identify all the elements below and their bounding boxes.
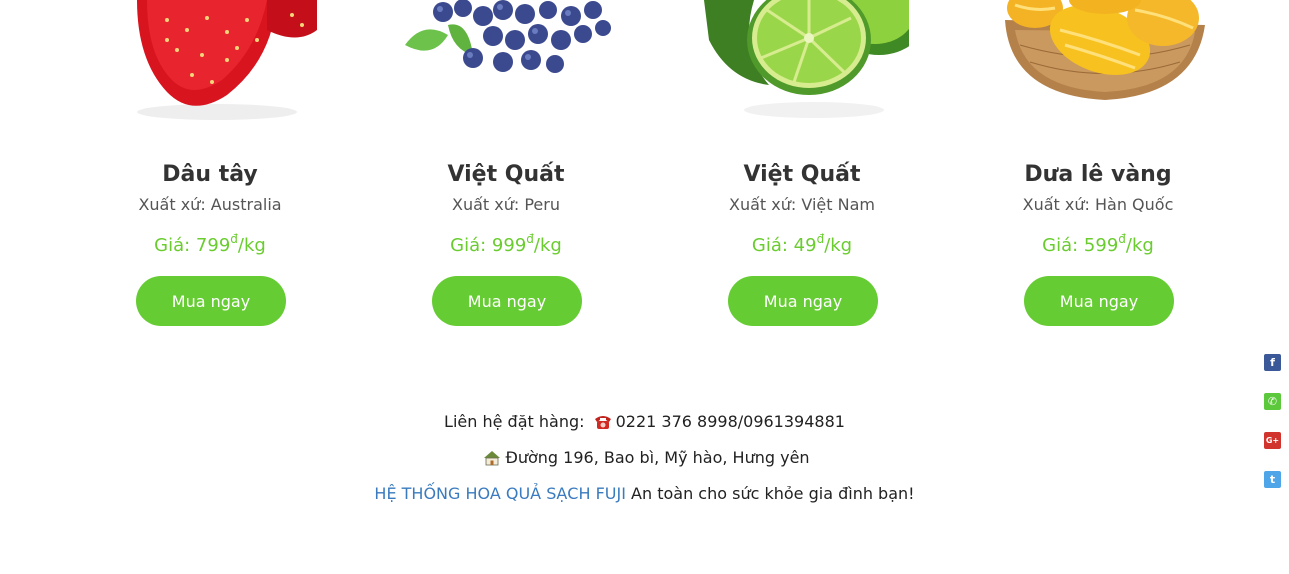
yellow-melon-image[interactable] bbox=[995, 0, 1205, 120]
social-sidebar: f ✆ G+ t bbox=[1264, 354, 1282, 510]
brand-link[interactable]: HỆ THỐNG HOA QUẢ SẠCH FUJI bbox=[374, 484, 626, 503]
house-icon bbox=[483, 447, 501, 475]
price-unit: /kg bbox=[533, 235, 562, 256]
buy-now-button[interactable]: Mua ngay bbox=[1024, 276, 1174, 326]
strawberry-image[interactable] bbox=[107, 0, 317, 120]
product-price: Giá: 999đ/kg bbox=[358, 232, 654, 260]
product-origin: Xuất xứ: Australia bbox=[138, 195, 282, 214]
brand-line: HỆ THỐNG HOA QUẢ SẠCH FUJI An toàn cho s… bbox=[0, 480, 1289, 516]
price-unit: /kg bbox=[237, 235, 266, 256]
price-unit: /kg bbox=[1125, 235, 1154, 256]
blueberry-image[interactable] bbox=[403, 0, 613, 120]
address-line: Đường 196, Bao bì, Mỹ hào, Hưng yên bbox=[0, 444, 1289, 480]
price-unit: /kg bbox=[824, 235, 853, 256]
product-price: Giá: 599đ/kg bbox=[950, 232, 1246, 260]
telephone-icon bbox=[594, 411, 612, 439]
contact-line: Liên hệ đặt hàng: 0221 376 8998/09613948… bbox=[0, 408, 1289, 444]
product-card: Dâu tây Xuất xứ: Australia Giá: 799đ/kg … bbox=[62, 0, 358, 340]
product-name: Việt Quất bbox=[743, 162, 861, 187]
facebook-icon[interactable]: f bbox=[1264, 354, 1281, 371]
product-name: Dưa lê vàng bbox=[1024, 162, 1172, 187]
product-origin: Xuất xứ: Việt Nam bbox=[729, 195, 875, 214]
address-text: Đường 196, Bao bì, Mỹ hào, Hưng yên bbox=[505, 448, 810, 467]
currency-symbol: đ bbox=[526, 232, 534, 246]
footer: Liên hệ đặt hàng: 0221 376 8998/09613948… bbox=[0, 408, 1289, 516]
product-name: Dâu tây bbox=[162, 162, 258, 187]
currency-symbol: đ bbox=[1118, 232, 1126, 246]
phone-icon[interactable]: ✆ bbox=[1264, 393, 1281, 410]
product-origin: Xuất xứ: Peru bbox=[452, 195, 560, 214]
price-amount: Giá: 49 bbox=[751, 235, 817, 256]
price-amount: Giá: 999 bbox=[450, 235, 527, 256]
product-card: Việt Quất Xuất xứ: Việt Nam Giá: 49đ/kg … bbox=[654, 0, 950, 340]
product-card: Dưa lê vàng Xuất xứ: Hàn Quốc Giá: 599đ/… bbox=[950, 0, 1246, 340]
product-name: Việt Quất bbox=[447, 162, 565, 187]
buy-now-button[interactable]: Mua ngay bbox=[728, 276, 878, 326]
twitter-icon[interactable]: t bbox=[1264, 471, 1281, 488]
product-grid: Dâu tây Xuất xứ: Australia Giá: 799đ/kg … bbox=[62, 0, 1246, 340]
brand-tagline: An toàn cho sức khỏe gia đình bạn! bbox=[631, 484, 915, 503]
product-origin: Xuất xứ: Hàn Quốc bbox=[1022, 195, 1174, 214]
contact-label: Liên hệ đặt hàng: bbox=[444, 412, 585, 431]
product-price: Giá: 49đ/kg bbox=[654, 232, 950, 260]
currency-symbol: đ bbox=[230, 232, 238, 246]
product-card: Việt Quất Xuất xứ: Peru Giá: 999đ/kg Mua… bbox=[358, 0, 654, 340]
price-amount: Giá: 799 bbox=[154, 235, 231, 256]
product-price: Giá: 799đ/kg bbox=[62, 232, 358, 260]
phone-number[interactable]: 0221 376 8998/0961394881 bbox=[616, 412, 845, 431]
google-plus-icon[interactable]: G+ bbox=[1264, 432, 1281, 449]
price-amount: Giá: 599 bbox=[1042, 235, 1119, 256]
buy-now-button[interactable]: Mua ngay bbox=[432, 276, 582, 326]
lime-image[interactable] bbox=[699, 0, 909, 120]
buy-now-button[interactable]: Mua ngay bbox=[136, 276, 286, 326]
